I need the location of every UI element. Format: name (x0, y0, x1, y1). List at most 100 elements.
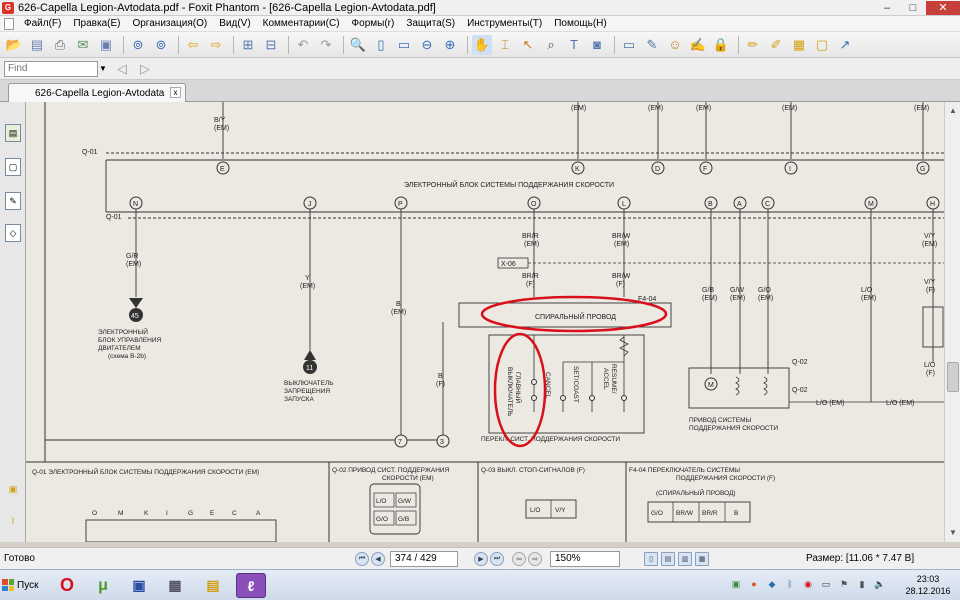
save-icon[interactable]: ▤ (27, 35, 47, 55)
zoom-level-field[interactable]: 150% (550, 551, 620, 567)
network-adapter-icon[interactable]: ▣ (730, 578, 742, 590)
continuous-facing-view-icon[interactable]: ▦ (695, 552, 709, 566)
utorrent-icon[interactable]: μ (88, 573, 118, 598)
menu-edit[interactable]: Правка(E) (67, 18, 126, 29)
fit-page-icon[interactable]: ▯ (371, 35, 391, 55)
pages-icon[interactable]: ▢ (5, 158, 21, 176)
find-dropdown-icon[interactable]: ▼ (98, 61, 108, 77)
lock-icon[interactable]: 🔒 (711, 35, 731, 55)
tab-close-icon[interactable]: x (170, 87, 181, 98)
fit-width-icon[interactable]: ▭ (394, 35, 414, 55)
zoom-icon[interactable]: 🔍 (348, 35, 368, 55)
redo-icon[interactable]: ↷ (316, 35, 336, 55)
paperclip-icon[interactable]: ⌇ (5, 512, 21, 530)
comment-icon[interactable]: ▢ (812, 35, 832, 55)
menu-file[interactable]: Файл(F) (18, 18, 67, 29)
menu-comments[interactable]: Комментарии(C) (257, 18, 346, 29)
menu-view[interactable]: Вид(V) (213, 18, 256, 29)
binoculars-icon[interactable]: ⌕ (541, 35, 561, 55)
select-arrow-icon[interactable]: ↖ (518, 35, 538, 55)
find-previous-icon[interactable]: ◁ (112, 59, 132, 79)
highlight-icon[interactable]: ✏ (743, 35, 763, 55)
svg-text:ПРИВОД СИСТЕМЫ: ПРИВОД СИСТЕМЫ (689, 417, 751, 424)
comments-panel-icon[interactable]: ✎ (5, 192, 21, 210)
svg-text:ГЛАВНЫЙ: ГЛАВНЫЙ (514, 372, 523, 404)
menu-help[interactable]: Помощь(H) (548, 18, 613, 29)
svg-text:(EM): (EM) (702, 295, 717, 302)
page-number-field[interactable]: 374 / 429 (390, 551, 458, 567)
svg-text:ЗАПРЕЩЕНИЯ: ЗАПРЕЩЕНИЯ (284, 388, 330, 395)
document-view[interactable]: (EM) (EM) (EM) (EM) (EM) B/Y (EM) Q-01 Э… (26, 102, 944, 542)
menu-tools[interactable]: Инструменты(T) (461, 18, 548, 29)
facing-view-icon[interactable]: ▥ (678, 552, 692, 566)
restore-button[interactable]: □ (900, 1, 926, 15)
user-icon[interactable]: ☺ (665, 35, 685, 55)
note-edit-icon[interactable]: ✐ (766, 35, 786, 55)
system-clock[interactable]: 23:03 28.12.2016 (898, 573, 958, 597)
svg-text:K: K (144, 510, 149, 517)
menu-forms[interactable]: Формы(r) (346, 18, 401, 29)
forward-arrow-icon[interactable]: ⇨ (206, 35, 226, 55)
foxit-taskbar-icon[interactable]: ℓ (236, 573, 266, 598)
last-page-icon[interactable]: ⏭ (490, 552, 504, 566)
back-arrow-icon[interactable]: ⇦ (183, 35, 203, 55)
hand-tool-icon[interactable]: ✋ (472, 34, 492, 55)
flag-icon[interactable]: ⚑ (838, 578, 850, 590)
calculator-icon[interactable]: ▦ (160, 573, 190, 598)
zoom-in-icon[interactable]: ⊕ (440, 35, 460, 55)
scroll-up-icon[interactable]: ▲ (947, 104, 959, 116)
layers-icon[interactable]: ◇ (5, 224, 21, 242)
find-next-icon[interactable]: ▷ (135, 59, 155, 79)
find-input[interactable] (4, 60, 98, 77)
text-select-icon[interactable]: ⌶ (495, 35, 515, 55)
first-page-icon[interactable]: ⏮ (355, 552, 369, 566)
print-icon[interactable]: ⎙ (50, 35, 70, 55)
extract-page-icon[interactable]: ⊟ (261, 35, 281, 55)
antivirus-icon[interactable]: ◆ (766, 578, 778, 590)
alert-icon[interactable]: ● (748, 578, 760, 590)
floppy-save-icon[interactable]: ▣ (124, 573, 154, 598)
stamp-icon[interactable]: ▦ (789, 35, 809, 55)
email-icon[interactable]: ✉ (73, 35, 93, 55)
scan-icon[interactable]: ▣ (96, 35, 116, 55)
go-back-icon[interactable]: ⇦ (512, 552, 526, 566)
volume-icon[interactable]: 🔈 (874, 578, 886, 590)
svg-text:(EM): (EM) (391, 309, 406, 316)
page-up-icon[interactable]: ⊚ (128, 35, 148, 55)
file-explorer-icon[interactable]: ▤ (198, 573, 228, 598)
edit-document-icon[interactable]: ✎ (642, 35, 662, 55)
opera-icon[interactable]: O (52, 573, 82, 598)
bookmarks-icon[interactable]: ▤ (5, 124, 21, 142)
zoom-out-icon[interactable]: ⊖ (417, 35, 437, 55)
menu-protect[interactable]: Защита(S) (400, 18, 461, 29)
arrow-tool-icon[interactable]: ↗ (835, 35, 855, 55)
tab-document[interactable]: 626-Capella Legion-Avtodata x (8, 83, 186, 102)
start-button[interactable]: Пуск (2, 574, 42, 596)
svg-text:BR/R: BR/R (522, 233, 539, 240)
page-down-icon[interactable]: ⊚ (151, 35, 171, 55)
menu-organize[interactable]: Организация(O) (126, 18, 213, 29)
previous-page-icon[interactable]: ◀ (371, 552, 385, 566)
go-forward-icon[interactable]: ⇨ (528, 552, 542, 566)
typewriter-icon[interactable]: T (564, 35, 584, 55)
vertical-scrollbar[interactable]: ▲ ▼ (944, 102, 960, 542)
bluetooth-icon[interactable]: ᛒ (784, 578, 796, 590)
minimize-button[interactable]: – (874, 1, 900, 15)
scroll-down-icon[interactable]: ▼ (947, 526, 959, 538)
single-page-view-icon[interactable]: ▯ (644, 552, 658, 566)
svg-text:(EM): (EM) (300, 283, 315, 290)
scroll-thumb[interactable] (947, 362, 959, 392)
snapshot-icon[interactable]: ◙ (587, 35, 607, 55)
open-folder-icon[interactable]: 📂 (4, 35, 24, 55)
form-icon[interactable]: ▭ (619, 35, 639, 55)
undo-icon[interactable]: ↶ (293, 35, 313, 55)
next-page-icon[interactable]: ▶ (474, 552, 488, 566)
language-icon[interactable]: ▭ (820, 578, 832, 590)
insert-page-icon[interactable]: ⊞ (238, 35, 258, 55)
record-icon[interactable]: ◉ (802, 578, 814, 590)
continuous-view-icon[interactable]: ▤ (661, 552, 675, 566)
attachments-icon[interactable]: ▣ (5, 480, 21, 498)
close-button[interactable]: ✕ (926, 0, 960, 15)
sign-icon[interactable]: ✍ (688, 35, 708, 55)
signal-icon[interactable]: ▮ (856, 578, 868, 590)
